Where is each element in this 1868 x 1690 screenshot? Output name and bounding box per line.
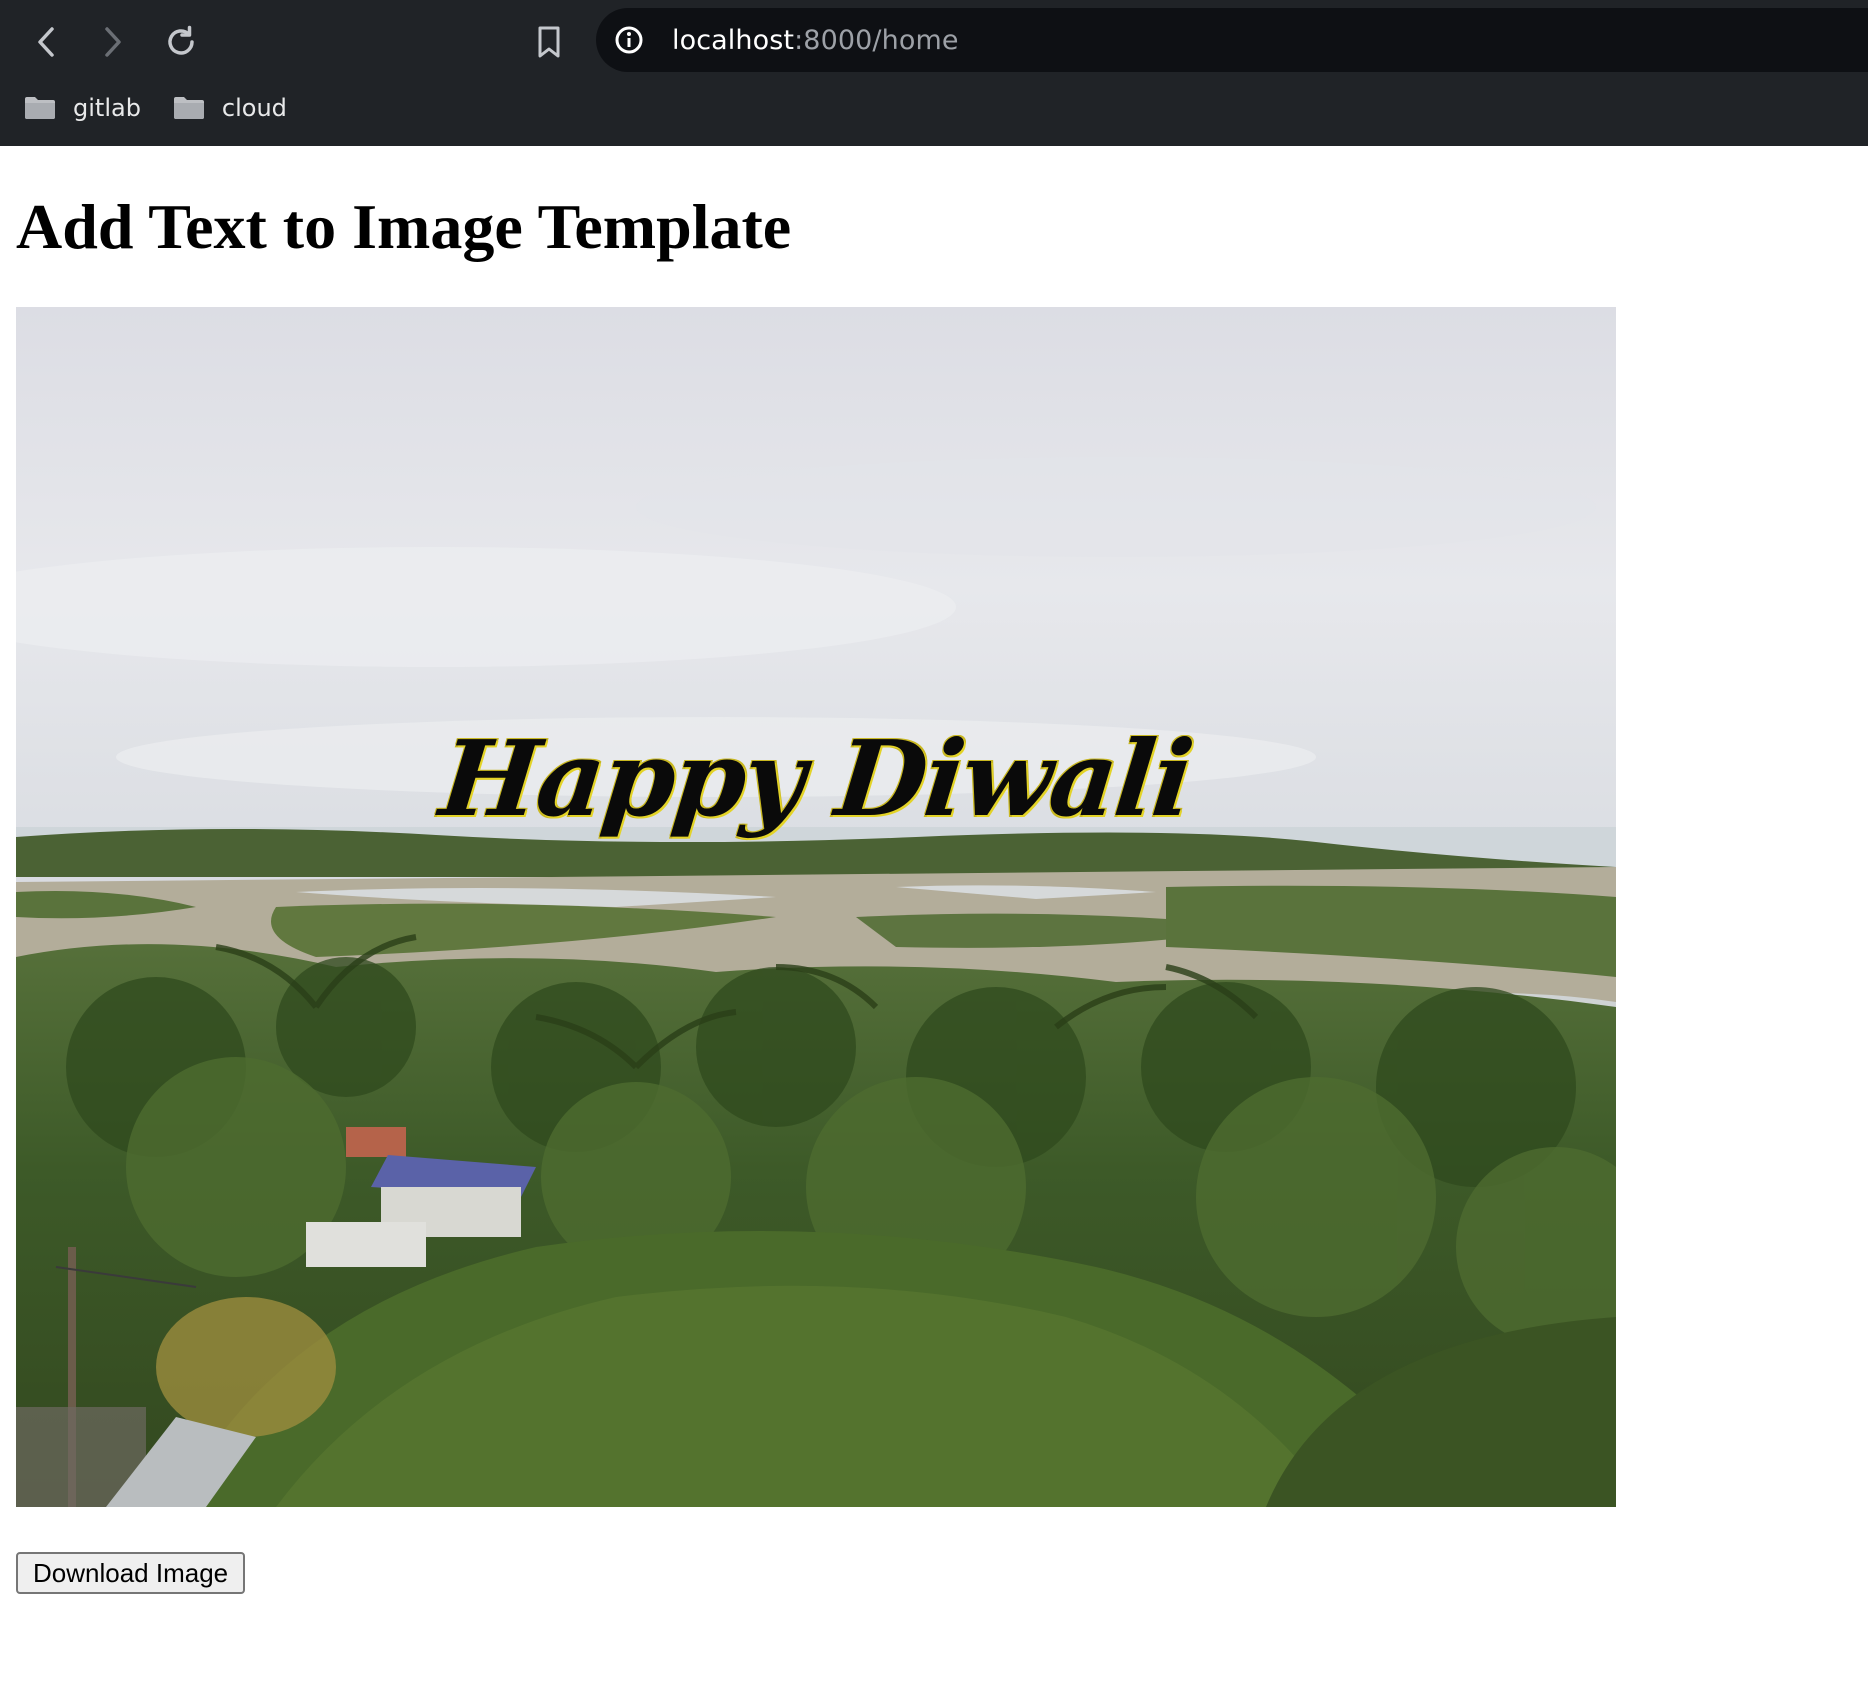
download-image-button[interactable]: Download Image (16, 1552, 246, 1594)
chevron-left-icon (38, 27, 54, 57)
url-path: :8000/home (794, 24, 959, 56)
bookmark-label: gitlab (73, 94, 141, 122)
page-content: Add Text to Image Template Happy Diwali … (0, 146, 1868, 1690)
bookmark-folder-gitlab[interactable]: gitlab (24, 94, 141, 122)
bookmark-label: cloud (221, 94, 287, 122)
info-icon (615, 26, 643, 54)
template-overlay-text[interactable]: Happy Diwali (16, 717, 1616, 840)
browser-toolbar: localhost:8000/home gitlab cloud (0, 0, 1868, 146)
bookmark-folder-cloud[interactable]: cloud (173, 94, 287, 122)
bookmark-icon (538, 26, 560, 58)
back-button[interactable] (18, 18, 74, 66)
folder-icon (173, 97, 204, 119)
chevron-right-icon (105, 27, 121, 57)
landscape-photo (16, 307, 1616, 1507)
reload-button[interactable] (153, 18, 209, 66)
forward-button[interactable] (85, 18, 141, 66)
address-bar[interactable]: localhost:8000/home (596, 8, 1868, 72)
page-title: Add Text to Image Template (16, 191, 792, 262)
reload-icon (168, 25, 194, 55)
folder-icon (25, 97, 55, 119)
site-info-button[interactable] (614, 25, 644, 55)
url-host: localhost (672, 24, 795, 56)
bookmark-page-button[interactable] (521, 18, 577, 66)
template-image-canvas: Happy Diwali (16, 307, 1616, 1507)
url-text[interactable]: localhost:8000/home (672, 25, 959, 56)
bookmarks-bar: gitlab cloud (0, 86, 295, 130)
